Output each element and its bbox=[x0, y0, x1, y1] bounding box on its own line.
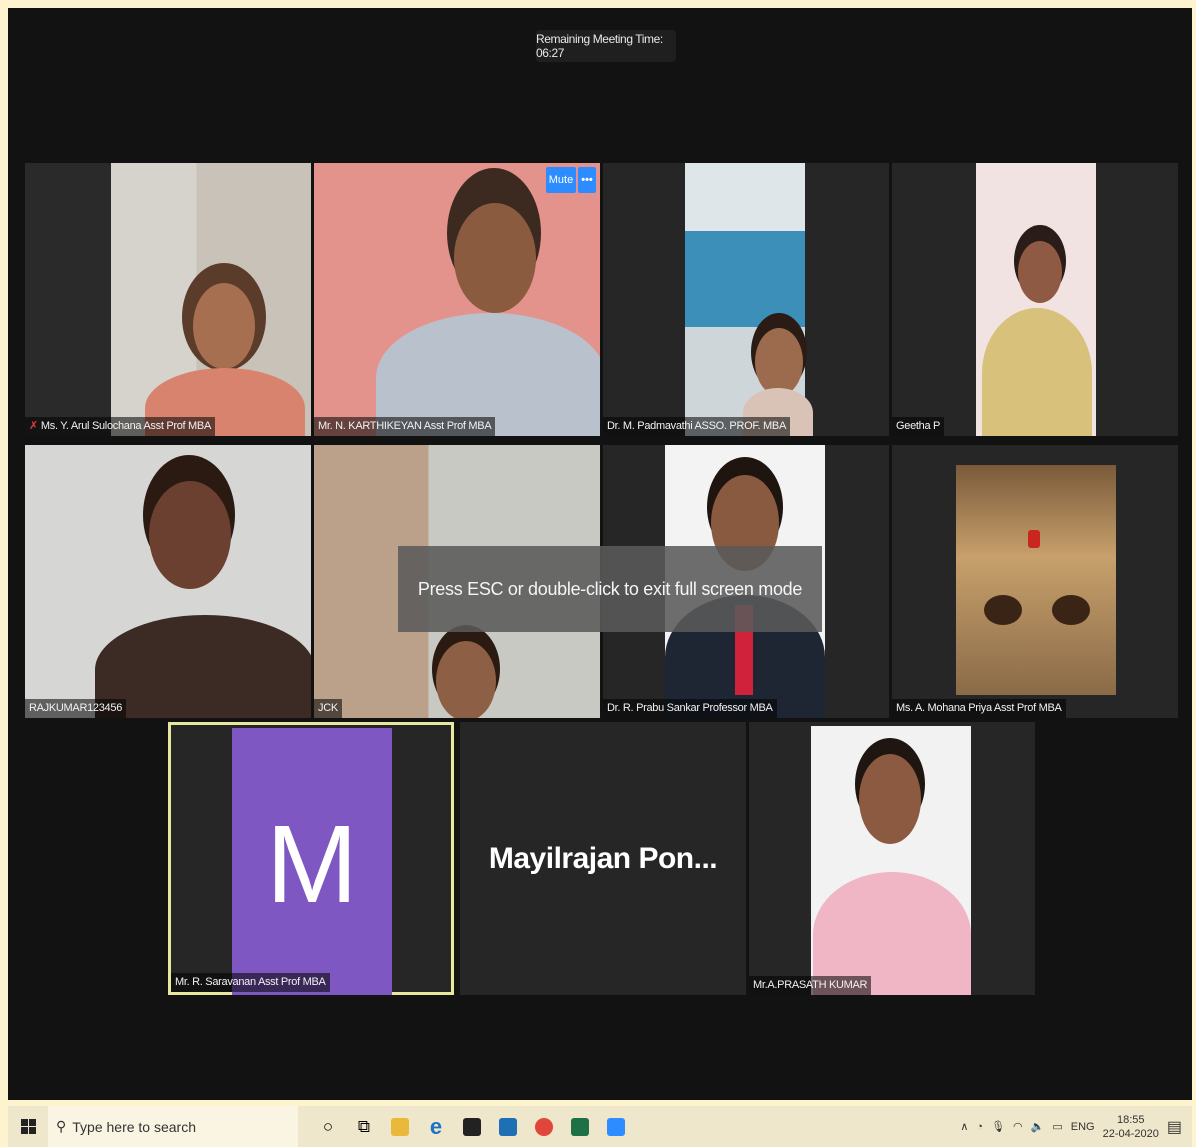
system-tray: ∧ ◔ 🎙 ◠ 🔈 ▭ ENG 18:55 22-04-2020 ▤ bbox=[960, 1106, 1192, 1147]
participant-tile[interactable]: Dr. M. Padmavathi ASSO. PROF. MBA bbox=[603, 163, 889, 436]
participant-tile[interactable]: ✗ Ms. Y. Arul Sulochana Asst Prof MBA bbox=[25, 163, 311, 436]
windows-logo-icon bbox=[20, 1119, 36, 1134]
participant-video bbox=[603, 163, 889, 436]
participant-tile[interactable]: Ms. A. Mohana Priya Asst Prof MBA bbox=[892, 445, 1178, 718]
search-placeholder: Type here to search bbox=[72, 1118, 197, 1135]
participant-name: Mr. R. Saravanan Asst Prof MBA bbox=[171, 973, 330, 992]
participant-video bbox=[892, 163, 1178, 436]
edge-browser-icon[interactable]: e bbox=[420, 1106, 452, 1147]
participant-tile[interactable]: Mayilrajan Pon... bbox=[460, 722, 746, 995]
tile-hover-controls: Mute ••• bbox=[546, 167, 596, 193]
participant-video bbox=[25, 445, 311, 718]
fullscreen-exit-toast: Press ESC or double-click to exit full s… bbox=[398, 546, 822, 632]
muted-mic-icon: ✗ bbox=[29, 420, 38, 432]
wifi-icon[interactable]: ◠ bbox=[1013, 1120, 1023, 1133]
battery-icon[interactable]: ▭ bbox=[1052, 1120, 1062, 1133]
file-explorer-icon[interactable] bbox=[384, 1106, 416, 1147]
volume-icon[interactable]: 🔈 bbox=[1031, 1120, 1045, 1133]
remaining-time-indicator: Remaining Meeting Time: 06:27 bbox=[536, 30, 676, 62]
participant-name: JCK bbox=[314, 699, 342, 718]
taskbar-search[interactable]: ⚲ Type here to search bbox=[48, 1106, 298, 1147]
language-indicator[interactable]: ENG bbox=[1071, 1121, 1095, 1133]
clock-time: 18:55 bbox=[1116, 1113, 1145, 1126]
taskbar: ⚲ Type here to search ○ ⧉ e ∧ ◔ 🎙 ◠ 🔈 ▭ … bbox=[8, 1106, 1192, 1147]
participant-tile[interactable]: Mute ••• Mr. N. KARTHIKEYAN Asst Prof MB… bbox=[314, 163, 600, 436]
participant-name: Dr. R. Prabu Sankar Professor MBA bbox=[603, 699, 777, 718]
microphone-icon[interactable]: 🎙 bbox=[991, 1120, 1005, 1133]
participant-video bbox=[314, 163, 600, 436]
excel-icon[interactable] bbox=[564, 1106, 596, 1147]
network-icon[interactable]: ◔ bbox=[976, 1121, 983, 1133]
start-button[interactable] bbox=[8, 1106, 48, 1147]
cortana-icon[interactable]: ○ bbox=[312, 1106, 344, 1147]
more-options-button[interactable]: ••• bbox=[578, 167, 596, 193]
active-speaker-tile[interactable]: M Mr. R. Saravanan Asst Prof MBA bbox=[168, 722, 454, 995]
mute-button[interactable]: Mute bbox=[546, 167, 576, 193]
participant-name: RAJKUMAR123456 bbox=[25, 699, 127, 718]
participant-tile[interactable]: Mr.A.PRASATH KUMAR bbox=[749, 722, 1035, 995]
meeting-window: Remaining Meeting Time: 06:27 ✗ Ms. Y. Ar… bbox=[8, 8, 1192, 1100]
participant-avatar: M bbox=[232, 728, 392, 995]
store-icon[interactable] bbox=[456, 1106, 488, 1147]
participant-name: Mr.A.PRASATH KUMAR bbox=[749, 976, 872, 995]
participant-video bbox=[892, 445, 1178, 718]
taskbar-clock[interactable]: 18:55 22-04-2020 bbox=[1103, 1113, 1159, 1141]
participant-tile[interactable]: RAJKUMAR123456 bbox=[25, 445, 311, 718]
participant-tile[interactable]: Geetha P bbox=[892, 163, 1178, 436]
chevron-up-icon[interactable]: ∧ bbox=[960, 1120, 968, 1133]
participant-name: Ms. A. Mohana Priya Asst Prof MBA bbox=[892, 699, 1066, 718]
participant-name-placeholder: Mayilrajan Pon... bbox=[488, 841, 718, 875]
participant-video bbox=[749, 722, 1035, 995]
notifications-icon[interactable]: ▤ bbox=[1167, 1117, 1182, 1137]
chrome-icon[interactable] bbox=[528, 1106, 560, 1147]
mail-icon[interactable] bbox=[492, 1106, 524, 1147]
participant-name: Dr. M. Padmavathi ASSO. PROF. MBA bbox=[603, 417, 790, 436]
search-icon: ⚲ bbox=[56, 1118, 67, 1134]
participant-name: ✗ Ms. Y. Arul Sulochana Asst Prof MBA bbox=[25, 417, 215, 436]
participant-video bbox=[25, 163, 311, 436]
participant-name: Mr. N. KARTHIKEYAN Asst Prof MBA bbox=[314, 417, 496, 436]
participant-name: Geetha P bbox=[892, 417, 945, 436]
task-view-icon[interactable]: ⧉ bbox=[348, 1106, 380, 1147]
zoom-app-icon[interactable] bbox=[600, 1106, 632, 1147]
clock-date: 22-04-2020 bbox=[1102, 1127, 1159, 1140]
